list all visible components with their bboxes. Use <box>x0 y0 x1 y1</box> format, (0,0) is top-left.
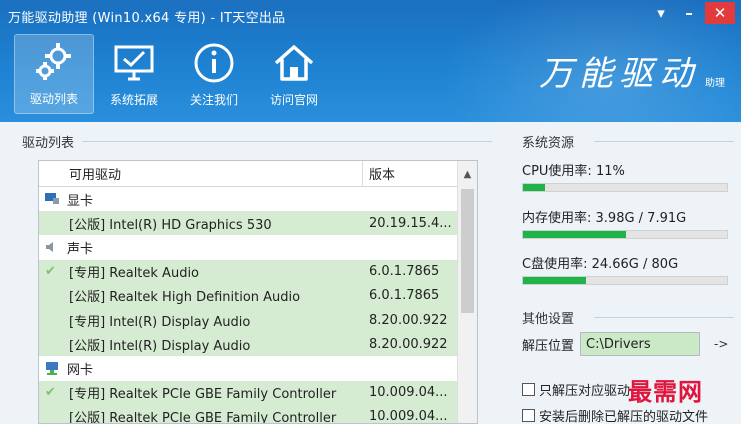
driver-name: [专用] Realtek Audio <box>69 266 200 282</box>
driver-name: [专用] Intel(R) Display Audio <box>69 314 251 330</box>
tab-driver-list[interactable]: 驱动列表 <box>14 34 94 114</box>
driver-name: [公版] Realtek PCIe GBE Family Controller <box>69 411 337 424</box>
driver-version: 10.009.04... <box>369 385 448 401</box>
disk-progress-fill <box>523 277 586 284</box>
cpu-value: 11% <box>595 164 625 179</box>
category-label: 显卡 <box>67 193 94 209</box>
disk-usage: C盘使用率: 24.66G / 80G <box>522 253 732 285</box>
app-header: 万能驱动助理 (Win10.x64 专用) - IT天空出品 ▾ – ✕ 驱动列… <box>0 0 741 122</box>
list-item[interactable]: [公版] Intel(R) Display Audio 8.20.00.922 <box>39 332 457 357</box>
section-divider <box>594 317 734 318</box>
checkbox[interactable] <box>522 409 535 422</box>
unzip-label: 解压位置 <box>522 338 575 354</box>
driver-name: [公版] Realtek High Definition Audio <box>69 290 301 306</box>
unzip-location-row: 解压位置 C:\Drivers -> <box>522 332 728 356</box>
cpu-progress-bar <box>522 183 728 192</box>
section-divider <box>82 141 492 142</box>
memory-label: 内存使用率: <box>522 211 596 226</box>
list-item[interactable]: [专用] Intel(R) Display Audio 8.20.00.922 <box>39 307 457 333</box>
category-label: 网卡 <box>67 362 94 378</box>
disk-progress-bar <box>522 276 728 285</box>
driver-list: 可用驱动 版本 显卡 [公版] Intel(R) HD Graphics 530… <box>38 160 478 424</box>
check-icon: ✔ <box>45 385 56 401</box>
window-controls: ▾ – ✕ <box>649 2 735 24</box>
tab-label: 访问官网 <box>269 93 318 107</box>
option-delete-after-install[interactable]: 安装后删除已解压的驱动文件 <box>522 406 708 424</box>
driver-version: 6.0.1.7865 <box>369 264 440 280</box>
display-adapter-icon <box>43 191 61 207</box>
checkbox[interactable] <box>522 383 535 396</box>
driver-list-panel: 驱动列表 可用驱动 版本 显卡 [公版] Intel(R) HD Graphic… <box>22 132 492 424</box>
window-title: 万能驱动助理 (Win10.x64 专用) - IT天空出品 <box>8 11 286 26</box>
option-label: 只解压对应驱动 <box>539 384 631 399</box>
driver-version: 6.0.1.7865 <box>369 288 440 304</box>
driver-name: [公版] Intel(R) HD Graphics 530 <box>69 217 272 233</box>
other-settings-title: 其他设置 <box>522 312 575 327</box>
tab-label: 驱动列表 <box>29 92 78 106</box>
list-item[interactable]: [公版] Realtek PCIe GBE Family Controller … <box>39 404 457 424</box>
menu-dropdown-button[interactable]: ▾ <box>649 2 673 24</box>
home-icon <box>272 41 316 85</box>
side-panel: 系统资源 CPU使用率: 11% 内存使用率: 3.98G / 7.91G C盘… <box>508 132 741 424</box>
driver-version: 10.009.04... <box>369 409 448 424</box>
memory-value: 3.98G / 7.91G <box>595 211 687 226</box>
close-button[interactable]: ✕ <box>705 2 735 24</box>
main-toolbar: 驱动列表 系统拓展 关注我们 访问官网 <box>14 34 334 114</box>
scroll-up-icon[interactable]: ▲ <box>458 161 477 187</box>
driver-name: [专用] Realtek PCIe GBE Family Controller <box>69 387 337 403</box>
category-label: 声卡 <box>67 241 94 257</box>
column-header-driver[interactable]: 可用驱动 <box>39 161 363 186</box>
brand-logo: 万能驱动 <box>539 54 699 94</box>
minimize-button[interactable]: – <box>677 2 701 24</box>
driver-version: 20.19.15.4... <box>369 215 452 231</box>
list-item[interactable]: [公版] Intel(R) HD Graphics 530 20.19.15.4… <box>39 211 457 236</box>
tab-visit-website[interactable]: 访问官网 <box>254 34 334 114</box>
option-unzip-only[interactable]: 只解压对应驱动 <box>522 380 630 399</box>
cpu-progress-fill <box>523 184 546 191</box>
monitor-check-icon <box>112 41 156 85</box>
brand-subtitle: 助理 <box>705 78 725 89</box>
tab-system-extension[interactable]: 系统拓展 <box>94 34 174 114</box>
driver-name: [公版] Intel(R) Display Audio <box>69 338 251 354</box>
list-item[interactable]: ✔ [专用] Realtek Audio 6.0.1.7865 <box>39 259 457 284</box>
unzip-path-field[interactable]: C:\Drivers <box>580 332 701 356</box>
list-scrollbar[interactable]: ▲ <box>457 161 477 423</box>
scroll-thumb[interactable] <box>461 189 474 313</box>
disk-label: C盘使用率: <box>522 257 592 272</box>
list-category[interactable]: 网卡 <box>39 356 457 381</box>
watermark-logo: 最需网 <box>628 377 703 406</box>
gears-icon <box>32 40 76 84</box>
tab-label: 系统拓展 <box>109 93 158 107</box>
speaker-icon <box>43 239 61 255</box>
cpu-usage: CPU使用率: 11% <box>522 160 732 192</box>
memory-usage: 内存使用率: 3.98G / 7.91G <box>522 207 732 239</box>
cpu-label: CPU使用率: <box>522 164 596 179</box>
tab-label: 关注我们 <box>189 93 238 107</box>
memory-progress-fill <box>523 231 626 238</box>
list-item[interactable]: [公版] Realtek High Definition Audio 6.0.1… <box>39 283 457 308</box>
browse-button[interactable]: -> <box>714 337 728 351</box>
driver-version: 8.20.00.922 <box>369 336 448 352</box>
system-resources-title: 系统资源 <box>522 136 575 151</box>
tab-follow-us[interactable]: 关注我们 <box>174 34 254 114</box>
section-divider <box>594 141 734 142</box>
driver-version: 8.20.00.922 <box>369 312 448 328</box>
check-icon: ✔ <box>45 264 56 280</box>
disk-value: 24.66G / 80G <box>591 257 679 272</box>
column-header-version[interactable]: 版本 <box>363 161 455 186</box>
info-icon <box>192 41 236 85</box>
list-category[interactable]: 声卡 <box>39 235 457 260</box>
memory-progress-bar <box>522 230 728 239</box>
network-icon <box>43 360 61 376</box>
list-category[interactable]: 显卡 <box>39 187 457 212</box>
option-label: 安装后删除已解压的驱动文件 <box>539 410 709 424</box>
list-header: 可用驱动 版本 <box>39 161 477 187</box>
driver-list-title: 驱动列表 <box>22 132 79 151</box>
list-item[interactable]: ✔ [专用] Realtek PCIe GBE Family Controlle… <box>39 380 457 405</box>
